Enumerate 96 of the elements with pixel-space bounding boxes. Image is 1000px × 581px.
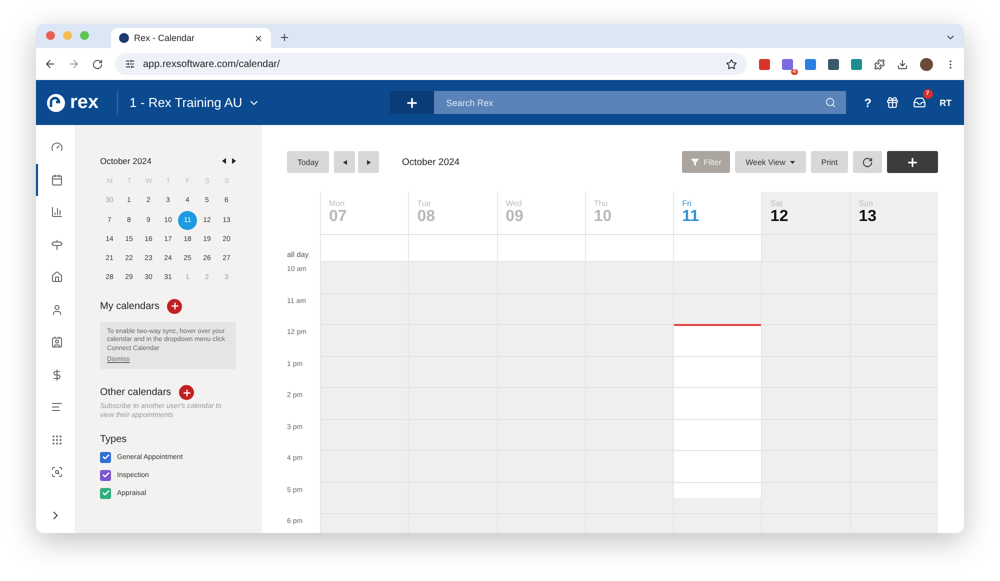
forward-icon[interactable] — [68, 58, 80, 70]
time-slot[interactable] — [673, 294, 762, 325]
type-checkbox[interactable] — [100, 488, 111, 499]
today-button[interactable]: Today — [287, 151, 329, 173]
day-date: 11 — [682, 208, 700, 226]
all-day-cell[interactable] — [584, 235, 674, 262]
search-document-icon — [50, 466, 62, 478]
extension-icon[interactable] — [805, 58, 816, 70]
period-title: October 2024 — [402, 156, 460, 168]
mini-calendar-title: October 2024 — [100, 156, 152, 166]
day-date: 13 — [858, 208, 878, 226]
section-title: My calendars — [100, 300, 160, 312]
gift-icon[interactable] — [886, 96, 899, 109]
plus-icon — [182, 388, 192, 398]
search-icon — [825, 97, 836, 108]
print-button[interactable]: Print — [811, 151, 848, 173]
add-button[interactable] — [390, 91, 434, 114]
plus-icon — [906, 156, 919, 168]
dollar-icon — [50, 368, 62, 381]
section-title: Types — [100, 434, 127, 445]
check-icon — [102, 471, 110, 480]
account-switcher[interactable]: 1 - Rex Training AU — [116, 90, 260, 114]
day-date: 08 — [417, 208, 436, 226]
address-bar[interactable]: app.rexsoftware.com/calendar/ — [115, 53, 747, 75]
extension-icon[interactable] — [851, 58, 862, 70]
day-header[interactable]: Fri 11 — [673, 192, 762, 235]
brand-name: rex — [70, 92, 99, 114]
user-icon — [50, 304, 62, 316]
grid-icon — [50, 434, 62, 446]
day-date: 12 — [770, 208, 790, 226]
text-lines-icon — [50, 401, 62, 414]
close-window-icon[interactable] — [46, 31, 55, 40]
all-day-cell[interactable] — [850, 235, 938, 262]
inbox-icon[interactable] — [912, 96, 926, 109]
maximize-window-icon[interactable] — [80, 31, 89, 40]
house-icon — [50, 271, 62, 284]
check-icon — [102, 489, 110, 498]
plus-icon — [170, 301, 180, 312]
calendar-icon — [50, 174, 62, 186]
day-name: Tue — [417, 199, 432, 208]
profile-avatar[interactable] — [920, 58, 933, 70]
funnel-icon — [690, 158, 699, 166]
day-date: 10 — [594, 208, 613, 226]
type-checkbox[interactable] — [100, 452, 111, 463]
contact-card-icon — [50, 336, 62, 348]
all-day-cell[interactable] — [673, 235, 762, 262]
day-date: 07 — [329, 208, 348, 226]
day-name: Wed — [506, 199, 523, 208]
search-field[interactable]: Search Rex — [444, 96, 826, 108]
refresh-button[interactable] — [853, 151, 882, 173]
all-day-cell[interactable] — [320, 235, 408, 262]
gauge-icon — [50, 141, 62, 154]
refresh-icon — [862, 156, 873, 168]
download-icon[interactable] — [897, 58, 908, 70]
new-tab-icon[interactable] — [279, 32, 290, 43]
site-info-icon[interactable] — [125, 59, 135, 69]
bar-chart-icon — [50, 206, 62, 218]
site-favicon-icon — [119, 33, 129, 43]
minimize-window-icon[interactable] — [63, 31, 72, 40]
next-button[interactable] — [358, 151, 379, 173]
caret-right-icon — [366, 160, 370, 164]
browser-tab[interactable]: Rex - Calendar — [111, 28, 271, 48]
day-name: Thu — [594, 199, 609, 208]
day-name: Mon — [329, 199, 346, 208]
all-day-cell[interactable] — [761, 235, 850, 262]
extension-icon[interactable] — [759, 58, 770, 70]
all-day-cell[interactable] — [408, 235, 497, 262]
view-dropdown[interactable]: Week View — [735, 151, 806, 173]
previous-month-icon[interactable] — [222, 158, 227, 164]
user-initials[interactable]: RT — [940, 98, 952, 108]
extensions-puzzle-icon[interactable] — [874, 58, 885, 70]
close-tab-icon[interactable] — [254, 34, 263, 42]
plus-icon — [405, 96, 420, 110]
caret-left-icon — [342, 160, 346, 164]
extension-icon[interactable] — [782, 58, 793, 70]
brand-logo-icon — [46, 92, 66, 112]
bookmark-star-icon[interactable] — [726, 58, 737, 70]
help-button[interactable]: ? — [864, 96, 872, 110]
back-icon[interactable] — [44, 58, 56, 70]
new-event-button[interactable] — [887, 151, 938, 173]
caret-down-icon — [790, 160, 796, 164]
section-title: Other calendars — [100, 387, 172, 398]
time-slot[interactable] — [673, 325, 762, 356]
day-name: Fri — [682, 199, 692, 208]
add-calendar-button[interactable] — [179, 385, 194, 400]
extension-icon[interactable] — [828, 58, 839, 70]
signpost-icon — [50, 238, 62, 251]
previous-button[interactable] — [334, 151, 355, 173]
check-icon — [102, 453, 110, 462]
day-date: 09 — [506, 208, 524, 226]
type-checkbox[interactable] — [100, 470, 111, 481]
add-calendar-button[interactable] — [167, 298, 182, 314]
all-day-cell[interactable] — [496, 235, 585, 262]
search-box[interactable]: Search Rex — [434, 91, 846, 114]
reload-icon[interactable] — [92, 58, 103, 70]
next-month-icon[interactable] — [231, 158, 236, 164]
